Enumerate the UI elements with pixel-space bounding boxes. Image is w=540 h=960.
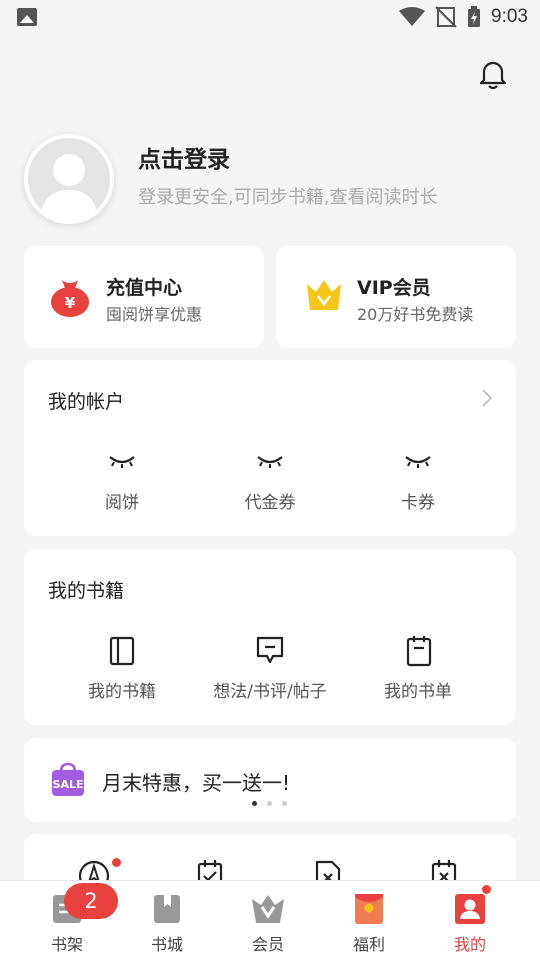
bookshelf-badge: 2 bbox=[64, 883, 118, 919]
vip-card[interactable]: VIP会员 20万好书免费读 bbox=[276, 246, 516, 348]
default-avatar-icon bbox=[40, 154, 98, 220]
chevron-right-icon[interactable] bbox=[482, 389, 492, 407]
mine-dot bbox=[482, 885, 491, 894]
bookstore-icon bbox=[154, 895, 180, 923]
gift-icon bbox=[355, 894, 383, 924]
sale-bag-icon: SALE bbox=[52, 762, 84, 796]
new-dot bbox=[112, 858, 121, 867]
pager-dot bbox=[267, 801, 272, 806]
notification-bell-icon[interactable] bbox=[478, 58, 508, 90]
books-item-label: 想法/书评/帖子 bbox=[213, 682, 327, 702]
tab-vip[interactable]: 会员 bbox=[218, 881, 318, 960]
battery-charging-icon bbox=[468, 6, 481, 27]
tab-label: 书架 bbox=[50, 935, 83, 954]
tab-label: 会员 bbox=[251, 935, 284, 954]
my-account-title[interactable]: 我的帐户 bbox=[48, 387, 124, 414]
avatar[interactable] bbox=[24, 134, 114, 224]
clock: 9:03 bbox=[491, 6, 528, 27]
vip-title: VIP会员 bbox=[357, 277, 431, 299]
account-item-label: 代金券 bbox=[244, 493, 296, 513]
my-books-card: 我的书籍 我的书籍 想法/书评/帖子 我的书单 bbox=[24, 549, 516, 725]
recharge-center-card[interactable]: ¥ 充值中心 囤阅饼享优惠 bbox=[24, 246, 264, 348]
pager-dot-active bbox=[252, 801, 257, 806]
tab-label: 书城 bbox=[150, 935, 183, 954]
comment-icon bbox=[256, 636, 284, 664]
no-signal-icon bbox=[435, 6, 457, 28]
vip-icon bbox=[252, 895, 284, 923]
bottom-tab-bar: 2 书架 书城 会员 福利 我的 bbox=[0, 880, 540, 960]
tab-mine[interactable]: 我的 bbox=[420, 881, 520, 960]
booklist-icon bbox=[406, 636, 432, 667]
profile-icon bbox=[455, 894, 485, 924]
pager-dot bbox=[282, 801, 287, 806]
svg-text:¥: ¥ bbox=[65, 294, 76, 312]
tab-welfare[interactable]: 福利 bbox=[319, 881, 419, 960]
account-item-label: 卡券 bbox=[401, 493, 435, 513]
status-bar: 9:03 bbox=[0, 0, 540, 36]
book-icon bbox=[109, 636, 135, 666]
crown-icon bbox=[307, 280, 341, 310]
image-notification-icon bbox=[17, 8, 37, 26]
eye-closed-icon bbox=[109, 456, 135, 468]
eye-closed-icon bbox=[257, 456, 283, 468]
account-item-label: 阅饼 bbox=[105, 493, 139, 513]
sale-badge-text: SALE bbox=[53, 778, 84, 791]
tab-label: 福利 bbox=[352, 935, 385, 954]
books-item-label: 我的书籍 bbox=[88, 682, 156, 702]
banner-text: 月末特惠，买一送一! bbox=[102, 771, 291, 795]
promo-banner[interactable]: SALE 月末特惠，买一送一! bbox=[24, 738, 516, 822]
tab-label-active: 我的 bbox=[453, 935, 486, 954]
recharge-title: 充值中心 bbox=[106, 277, 183, 299]
wifi-icon bbox=[399, 7, 426, 26]
books-item-label: 我的书单 bbox=[384, 682, 452, 702]
my-account-card: 我的帐户 阅饼 代金券 卡券 bbox=[24, 360, 516, 536]
tab-bookstore[interactable]: 书城 bbox=[117, 881, 217, 960]
recharge-subtitle: 囤阅饼享优惠 bbox=[106, 305, 203, 324]
eye-closed-icon bbox=[405, 456, 431, 468]
login-subtitle: 登录更安全,可同步书籍,查看阅读时长 bbox=[138, 187, 438, 208]
tab-bookshelf[interactable]: 2 书架 bbox=[17, 881, 118, 960]
my-books-title: 我的书籍 bbox=[48, 580, 125, 602]
vip-subtitle: 20万好书免费读 bbox=[357, 305, 474, 324]
money-bag-icon: ¥ bbox=[51, 280, 89, 317]
login-title[interactable]: 点击登录 bbox=[138, 140, 230, 174]
